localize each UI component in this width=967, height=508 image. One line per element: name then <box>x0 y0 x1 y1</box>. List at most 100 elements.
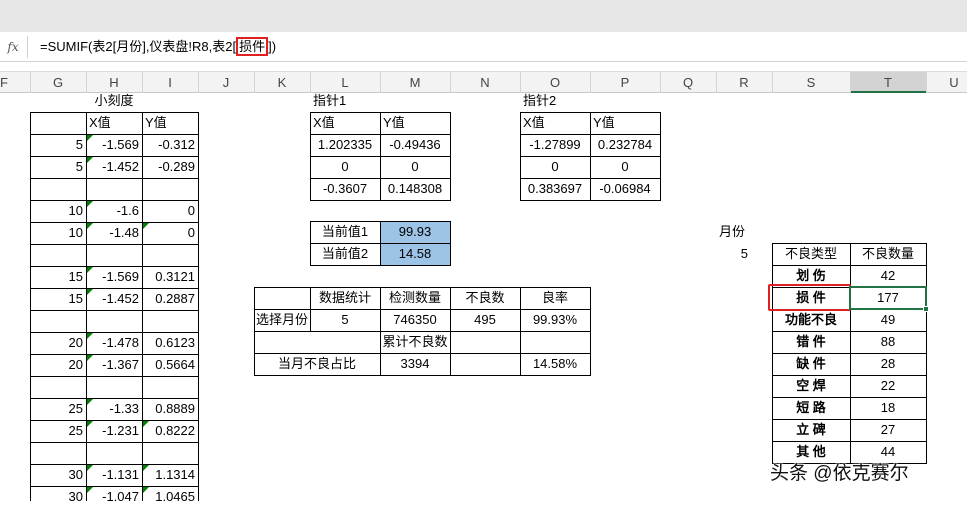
column-header-divider <box>380 72 381 93</box>
table-border-line <box>30 178 199 179</box>
column-header-i[interactable]: I <box>142 72 198 93</box>
pointer2-header-x: X值 <box>523 115 545 130</box>
column-header-divider <box>254 72 255 93</box>
small-scale-x-value: -1.452 <box>102 291 139 306</box>
column-header-j[interactable]: J <box>198 72 254 93</box>
formula-highlight: 损件 <box>236 37 269 56</box>
column-header-f[interactable]: F <box>0 72 30 93</box>
small-scale-x-value <box>86 178 142 200</box>
pointer2-y-value: 0 <box>621 159 629 174</box>
small-scale-angle <box>30 244 86 266</box>
pointer1-header-y: Y值 <box>383 115 405 130</box>
small-scale-x-value: -1.131 <box>102 467 139 482</box>
month-value[interactable]: 5 <box>716 243 751 265</box>
small-scale-y-value <box>142 310 198 332</box>
stats-cumulative-value: 3394 <box>400 356 430 371</box>
fx-icon[interactable]: fx <box>0 32 26 62</box>
small-scale-y-value: 0.8889 <box>155 401 195 416</box>
column-header-q[interactable]: Q <box>660 72 716 93</box>
stats-header-summary: 数据统计 <box>318 290 371 305</box>
small-scale-angle <box>30 178 86 200</box>
column-header-t[interactable]: T <box>850 72 926 93</box>
table-border-line <box>450 287 451 376</box>
active-cell-selection[interactable] <box>849 286 927 310</box>
column-header-p[interactable]: P <box>590 72 660 93</box>
small-scale-y-value <box>142 178 198 200</box>
stats-header-defect: 不良数 <box>465 290 505 305</box>
fill-handle[interactable] <box>923 306 929 312</box>
pointer2-x-value: 0.383697 <box>527 181 583 196</box>
defect-header-count: 不良数量 <box>861 246 914 261</box>
formula-prefix: =SUMIF(表2[月份],仪表盘!R8,表2[ <box>40 39 237 54</box>
column-header-divider <box>772 72 773 93</box>
table-border-line <box>310 287 311 332</box>
small-scale-x-value: -1.569 <box>102 137 139 152</box>
table-border-line <box>254 309 591 310</box>
pointer2-y-value: 0.232784 <box>597 137 653 152</box>
column-header-divider <box>590 72 591 93</box>
watermark-text: 头条 @依克赛尔 <box>770 463 909 484</box>
small-scale-angle: 15 <box>68 269 83 284</box>
column-header-s[interactable]: S <box>772 72 850 93</box>
table-border-line <box>86 112 87 501</box>
defect-type: 短 路 <box>796 400 826 415</box>
small-scale-x-value: -1.452 <box>102 159 139 174</box>
stats-rate-value: 99.93% <box>532 312 578 327</box>
small-scale-x-value: -1.478 <box>102 335 139 350</box>
small-scale-x-value: -1.231 <box>102 423 139 438</box>
error-indicator-icon <box>143 223 149 229</box>
small-scale-angle <box>30 442 86 464</box>
column-header-r[interactable]: R <box>716 72 772 93</box>
small-scale-y-value: -0.312 <box>158 137 195 152</box>
small-scale-x-value <box>86 244 142 266</box>
table-border-line <box>310 221 311 266</box>
column-header-n[interactable]: N <box>450 72 520 93</box>
table-border-line <box>520 112 521 201</box>
small-scale-y-value: 1.0465 <box>155 489 195 504</box>
table-border-line <box>380 287 381 376</box>
formula-bar[interactable]: fx =SUMIF(表2[月份],仪表盘!R8,表2[损件]) <box>0 32 967 62</box>
small-scale-y-value: 0 <box>187 203 195 218</box>
column-header-g[interactable]: G <box>30 72 86 93</box>
column-header-u[interactable]: U <box>926 72 967 93</box>
error-indicator-icon <box>143 465 149 471</box>
month-label: 月份 <box>719 224 746 239</box>
current-value-1[interactable]: 99.93 <box>380 221 450 243</box>
small-scale-y-value: 0.6123 <box>155 335 195 350</box>
error-indicator-icon <box>143 487 149 493</box>
small-scale-angle: 10 <box>68 203 83 218</box>
pointer2-header-y: Y值 <box>593 115 615 130</box>
column-header-divider <box>926 72 927 93</box>
small-scale-angle <box>30 376 86 398</box>
highlight-box-damaged-part <box>768 284 851 311</box>
stats-cumulative-label: 累计不良数 <box>382 334 448 349</box>
current-value-2[interactable]: 14.58 <box>380 243 450 265</box>
small-scale-header-x: X值 <box>89 115 111 130</box>
small-scale-x-value: -1.33 <box>109 401 139 416</box>
stats-month-value[interactable]: 5 <box>310 309 380 331</box>
small-scale-x-value <box>86 442 142 464</box>
pointer1-header-x: X值 <box>313 115 335 130</box>
pointer1-y-value: 0 <box>411 159 419 174</box>
small-scale-x-value: -1.569 <box>102 269 139 284</box>
column-header-divider <box>450 72 451 93</box>
pointer1-x-value: 1.202335 <box>317 137 373 152</box>
defect-type: 空 焊 <box>796 378 826 393</box>
small-scale-angle: 30 <box>68 489 83 504</box>
formula-text[interactable]: =SUMIF(表2[月份],仪表盘!R8,表2[损件]) <box>40 32 276 62</box>
table-border-line <box>450 221 451 266</box>
table-border-line <box>30 134 199 135</box>
table-border-line <box>772 243 773 464</box>
table-border-line <box>254 331 591 332</box>
small-scale-y-value: 0.5664 <box>155 357 195 372</box>
table-border-line <box>254 287 591 288</box>
table-border-line <box>254 353 591 354</box>
error-indicator-icon <box>87 135 93 141</box>
table-border-line <box>380 221 381 266</box>
column-header-k[interactable]: K <box>254 72 310 93</box>
error-indicator-icon <box>87 267 93 273</box>
small-scale-y-value: 0 <box>187 225 195 240</box>
table-border-line <box>926 243 927 464</box>
column-header-m[interactable]: M <box>380 72 450 93</box>
table-border-line <box>30 222 199 223</box>
